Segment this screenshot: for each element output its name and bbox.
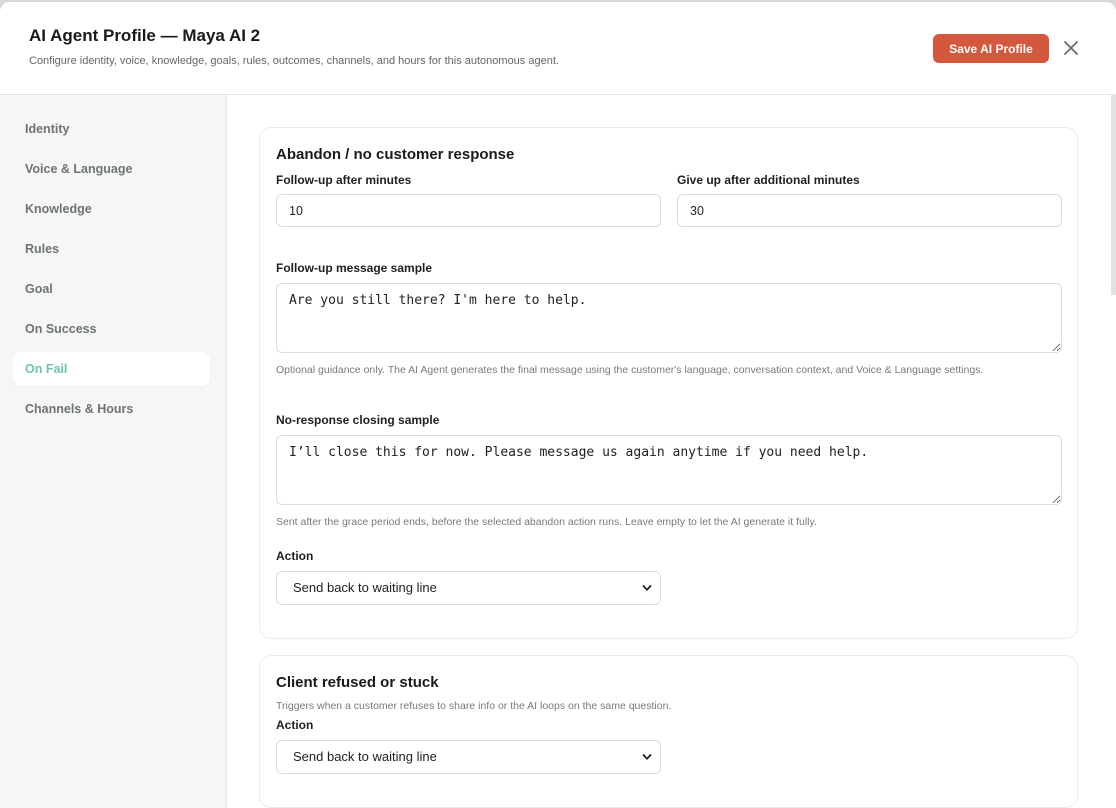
refused-action-value: Send back to waiting line [293, 749, 437, 764]
main-content: Abandon / no customer response Follow-up… [227, 95, 1116, 808]
abandon-card: Abandon / no customer response Follow-up… [259, 127, 1078, 639]
refused-action-label: Action [276, 718, 314, 732]
giveup-minutes-label: Give up after additional minutes [677, 173, 860, 187]
closing-sample-help: Sent after the grace period ends, before… [276, 516, 817, 528]
followup-message-textarea[interactable]: Are you still there? I'm here to help. [276, 283, 1062, 353]
abandon-action-value: Send back to waiting line [293, 580, 437, 595]
ai-profile-modal: AI Agent Profile — Maya AI 2 Configure i… [0, 2, 1116, 808]
closing-sample-textarea[interactable]: I’ll close this for now. Please message … [276, 435, 1062, 505]
sidebar-nav: Identity Voice & Language Knowledge Rule… [0, 95, 227, 808]
content-scrollbar[interactable] [1111, 95, 1116, 295]
page-subtitle: Configure identity, voice, knowledge, go… [29, 55, 559, 67]
sidebar-item-goal[interactable]: Goal [13, 272, 210, 306]
sidebar-item-knowledge[interactable]: Knowledge [13, 192, 210, 226]
sidebar-item-on-fail[interactable]: On Fail [13, 352, 210, 386]
sidebar-item-on-success[interactable]: On Success [13, 312, 210, 346]
followup-minutes-label: Follow-up after minutes [276, 173, 412, 187]
abandon-action-select[interactable]: Send back to waiting line [276, 571, 661, 605]
save-ai-profile-button[interactable]: Save AI Profile [933, 34, 1049, 63]
refused-card: Client refused or stuck Triggers when a … [259, 655, 1078, 808]
closing-sample-label: No-response closing sample [276, 413, 440, 427]
page-title: AI Agent Profile — Maya AI 2 [29, 26, 261, 45]
close-button[interactable] [1060, 37, 1082, 59]
sidebar-item-channels-hours[interactable]: Channels & Hours [13, 392, 210, 426]
refused-action-select[interactable]: Send back to waiting line [276, 740, 661, 774]
close-icon [1064, 41, 1078, 55]
followup-minutes-input[interactable] [276, 194, 661, 227]
chevron-down-icon [642, 585, 652, 591]
followup-message-help: Optional guidance only. The AI Agent gen… [276, 364, 984, 376]
chevron-down-icon [642, 754, 652, 760]
sidebar-item-voice-language[interactable]: Voice & Language [13, 152, 210, 186]
refused-title: Client refused or stuck [276, 674, 439, 691]
refused-description: Triggers when a customer refuses to shar… [276, 700, 672, 712]
followup-message-label: Follow-up message sample [276, 261, 433, 275]
abandon-action-label: Action [276, 549, 314, 563]
giveup-minutes-input[interactable] [677, 194, 1062, 227]
sidebar-item-identity[interactable]: Identity [13, 112, 210, 146]
sidebar-item-rules[interactable]: Rules [13, 232, 210, 266]
abandon-title: Abandon / no customer response [276, 146, 515, 163]
modal-header: AI Agent Profile — Maya AI 2 Configure i… [0, 2, 1116, 95]
